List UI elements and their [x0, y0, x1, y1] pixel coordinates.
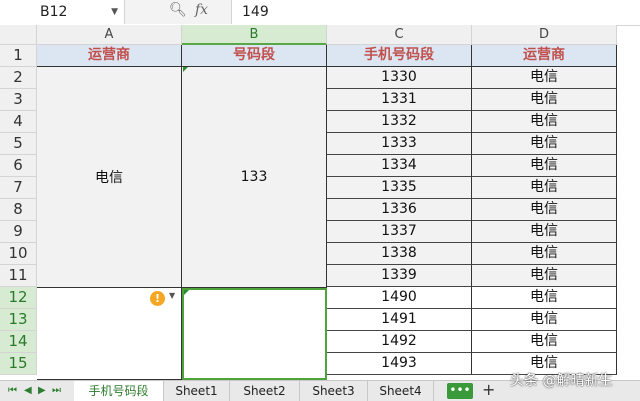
cell-c7[interactable]: 1335	[327, 177, 472, 199]
header-cell-a1[interactable]: 运营商	[37, 45, 182, 67]
cell-c13[interactable]: 1491	[327, 309, 472, 331]
row-header-6[interactable]: 6	[0, 155, 37, 177]
cell-c15[interactable]: 1493	[327, 353, 472, 375]
cell-d10[interactable]: 电信	[472, 243, 617, 265]
cell-d6[interactable]: 电信	[472, 155, 617, 177]
cell-d2[interactable]: 电信	[472, 67, 617, 89]
header-cell-b1[interactable]: 号码段	[182, 45, 327, 67]
cell-c9[interactable]: 1337	[327, 221, 472, 243]
chevron-down-icon[interactable]: ▼	[169, 291, 175, 300]
watermark: 头条 @解晴新生	[510, 373, 613, 389]
row-header-9[interactable]: 9	[0, 221, 37, 243]
formula-tools: 🔍︎ fx	[125, 0, 232, 24]
cell-c14[interactable]: 1492	[327, 331, 472, 353]
comment-indicator	[183, 67, 188, 72]
cell-c3[interactable]: 1331	[327, 89, 472, 111]
cell-d8[interactable]: 电信	[472, 199, 617, 221]
prev-sheet-icon[interactable]: ◀	[24, 385, 32, 396]
first-sheet-icon[interactable]: ⏮	[8, 385, 17, 396]
tab-sheet-main[interactable]: 手机号码段	[74, 381, 164, 401]
row-header-10[interactable]: 10	[0, 243, 37, 265]
cell-d4[interactable]: 电信	[472, 111, 617, 133]
selection-outline	[182, 288, 327, 380]
tab-sheet3[interactable]: Sheet3	[300, 381, 368, 401]
row-header-5[interactable]: 5	[0, 133, 37, 155]
row-header-3[interactable]: 3	[0, 89, 37, 111]
row-header-8[interactable]: 8	[0, 199, 37, 221]
cell-c4[interactable]: 1332	[327, 111, 472, 133]
column-header-a[interactable]: A	[37, 25, 182, 45]
cell-c5[interactable]: 1333	[327, 133, 472, 155]
next-sheet-icon[interactable]: ▶	[38, 385, 46, 396]
cell-d11[interactable]: 电信	[472, 265, 617, 287]
cell-d5[interactable]: 电信	[472, 133, 617, 155]
zoom-icon[interactable]: 🔍︎	[169, 2, 187, 18]
cell-d9[interactable]: 电信	[472, 221, 617, 243]
column-header-c[interactable]: C	[327, 25, 472, 45]
cell-d3[interactable]: 电信	[472, 89, 617, 111]
cell-d7[interactable]: 电信	[472, 177, 617, 199]
row-header-13[interactable]: 13	[0, 309, 37, 331]
row-header-7[interactable]: 7	[0, 177, 37, 199]
cell-marker	[184, 290, 189, 295]
cell-d12[interactable]: 电信	[472, 287, 617, 309]
tab-sheet1[interactable]: Sheet1	[164, 381, 230, 401]
cell-d14[interactable]: 电信	[472, 331, 617, 353]
merged-cell-a-text: 电信	[95, 170, 123, 186]
name-box[interactable]: B12 ▼	[0, 0, 125, 24]
name-box-value: B12	[40, 4, 68, 20]
formula-bar: B12 ▼ 🔍︎ fx 149	[0, 0, 640, 26]
more-sheets-button[interactable]: •••	[447, 383, 473, 399]
row-header-1[interactable]: 1	[0, 45, 37, 67]
cell-c10[interactable]: 1338	[327, 243, 472, 265]
header-cell-d1[interactable]: 运营商	[472, 45, 617, 67]
row-header-4[interactable]: 4	[0, 111, 37, 133]
row-header-14[interactable]: 14	[0, 331, 37, 353]
tab-sheet2[interactable]: Sheet2	[230, 381, 300, 401]
merged-cell-b-text: 133	[240, 169, 268, 185]
cell-c12[interactable]: 1490	[327, 287, 472, 309]
select-all-corner[interactable]	[0, 25, 37, 45]
merged-cell-a2-a11[interactable]: 电信	[37, 67, 182, 288]
add-sheet-button[interactable]: +	[482, 381, 495, 399]
cell-c2[interactable]: 1330	[327, 67, 472, 89]
column-header-d[interactable]: D	[472, 25, 617, 45]
column-header-b[interactable]: B	[182, 25, 327, 45]
cell-c8[interactable]: 1336	[327, 199, 472, 221]
merged-cell-b2-b11[interactable]: 133	[182, 67, 327, 288]
cell-c11[interactable]: 1339	[327, 265, 472, 287]
cell-c6[interactable]: 1334	[327, 155, 472, 177]
formula-input[interactable]: 149	[242, 0, 269, 24]
row-header-15[interactable]: 15	[0, 353, 37, 375]
fx-icon[interactable]: fx	[195, 2, 208, 18]
last-sheet-icon[interactable]: ⏭	[52, 385, 61, 396]
header-cell-c1[interactable]: 手机号码段	[327, 45, 472, 67]
row-header-2[interactable]: 2	[0, 67, 37, 89]
row-header-12[interactable]: 12	[0, 287, 37, 309]
chevron-down-icon[interactable]: ▼	[111, 0, 118, 24]
tab-sheet4[interactable]: Sheet4	[368, 381, 434, 401]
cell-d13[interactable]: 电信	[472, 309, 617, 331]
warning-icon[interactable]: !	[150, 291, 165, 306]
row-header-11[interactable]: 11	[0, 265, 37, 287]
